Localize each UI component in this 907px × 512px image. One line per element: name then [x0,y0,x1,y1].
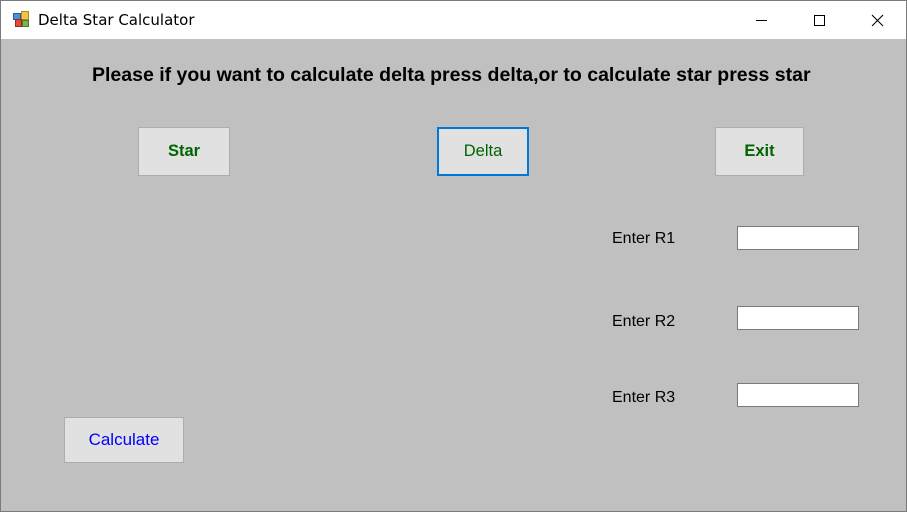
r2-label: Enter R2 [612,313,676,330]
instruction-label: Please if you want to calculate delta pr… [92,64,811,86]
app-window: Delta Star Calculator Please if you want… [0,0,907,512]
close-icon [871,14,884,27]
maximize-icon [814,15,825,26]
exit-button[interactable]: Exit [715,127,804,176]
form-icon [13,11,29,27]
r1-label: Enter R1 [612,230,676,247]
delta-button[interactable]: Delta [437,127,529,176]
r3-input[interactable] [737,383,859,407]
star-button[interactable]: Star [138,127,230,176]
close-button[interactable] [848,1,906,39]
r1-input[interactable] [737,226,859,250]
title-bar[interactable]: Delta Star Calculator [1,1,906,39]
r3-label: Enter R3 [612,389,676,406]
calculate-button[interactable]: Calculate [64,417,184,463]
minimize-icon [756,20,767,21]
window-title: Delta Star Calculator [38,11,195,29]
maximize-button[interactable] [790,1,848,39]
r2-input[interactable] [737,306,859,330]
minimize-button[interactable] [732,1,790,39]
